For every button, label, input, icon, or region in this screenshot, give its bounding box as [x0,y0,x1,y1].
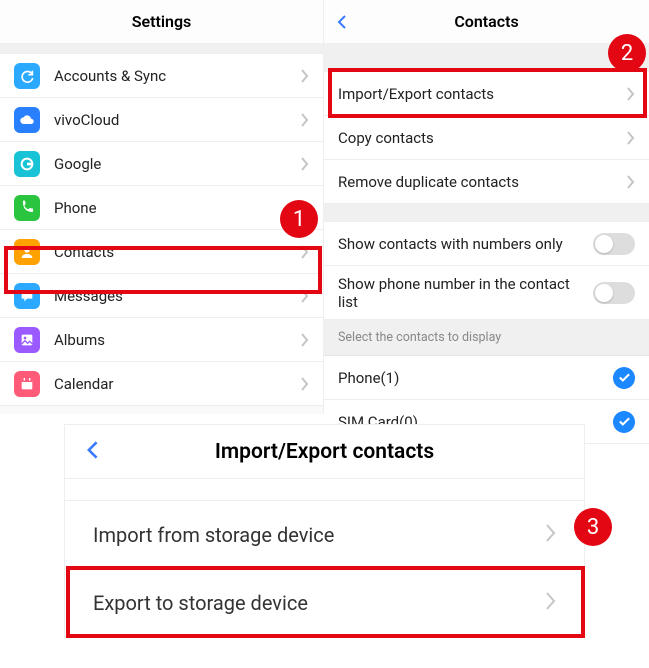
back-button[interactable] [85,441,103,463]
google-icon [14,151,40,177]
chevron-right-icon [627,131,635,145]
chevron-right-icon [301,113,309,127]
divider [65,479,584,501]
divider [324,54,649,72]
toggle-off[interactable] [593,233,635,255]
row-export-storage[interactable]: Export to storage device [65,569,584,637]
contacts-title: Contacts [454,12,518,31]
back-button[interactable] [336,15,350,29]
row-import-export[interactable]: Import/Export contacts [324,72,649,116]
row-show-with-numbers[interactable]: Show contacts with numbers only [324,222,649,266]
row-label: Phone [54,199,301,217]
import-export-title: Import/Export contacts [215,440,434,464]
row-label: Albums [54,331,301,349]
row-label: Phone(1) [338,369,613,387]
settings-title: Settings [132,12,192,31]
chevron-right-icon [301,289,309,303]
row-import-storage[interactable]: Import from storage device [65,501,584,569]
chevron-right-icon [627,175,635,189]
row-calendar[interactable]: Calendar [0,362,323,406]
row-messages[interactable]: Messages [0,274,323,318]
row-contacts[interactable]: Contacts [0,230,323,274]
import-export-pane: Import/Export contacts Import from stora… [0,414,649,638]
contacts-header: Contacts [324,0,649,44]
calendar-icon [14,371,40,397]
cloud-icon [14,107,40,133]
import-export-header: Import/Export contacts [65,425,584,479]
row-accounts-sync[interactable]: Accounts & Sync [0,54,323,98]
row-label: Import from storage device [93,523,546,547]
row-label: vivoCloud [54,111,301,129]
chevron-right-icon [301,69,309,83]
row-label: Export to storage device [93,591,546,615]
divider [324,44,649,54]
row-phone[interactable]: Phone [0,186,323,230]
contacts-icon [14,239,40,265]
chevron-right-icon [301,333,309,347]
messages-icon [14,283,40,309]
phone-icon [14,195,40,221]
chevron-right-icon [546,523,556,547]
row-label: Show contacts with numbers only [338,235,593,253]
chevron-right-icon [301,201,309,215]
chevron-right-icon [301,157,309,171]
row-label: Show phone number in the contact list [338,275,593,311]
albums-icon [14,327,40,353]
row-albums[interactable]: Albums [0,318,323,362]
row-source-phone[interactable]: Phone(1) [324,356,649,400]
row-label: Import/Export contacts [338,85,627,103]
chevron-right-icon [301,377,309,391]
row-label: Messages [54,287,301,305]
row-show-phone-in-list[interactable]: Show phone number in the contact list [324,266,649,320]
divider [0,44,323,54]
settings-pane: Settings Accounts & Sync vivoCloud Googl… [0,0,324,414]
divider [324,204,649,222]
row-label: Remove duplicate contacts [338,173,627,191]
row-google[interactable]: Google [0,142,323,186]
chevron-right-icon [627,87,635,101]
chevron-right-icon [301,245,309,259]
sync-icon [14,63,40,89]
check-icon [613,367,635,389]
row-copy-contacts[interactable]: Copy contacts [324,116,649,160]
row-label: Accounts & Sync [54,67,301,85]
row-label: Calendar [54,375,301,393]
row-label: Copy contacts [338,129,627,147]
section-header: Select the contacts to display [324,320,649,356]
row-vivocloud[interactable]: vivoCloud [0,98,323,142]
contacts-pane: Contacts Import/Export contacts Copy con… [324,0,649,414]
row-label: Google [54,155,301,173]
row-label: Contacts [54,243,301,261]
toggle-off[interactable] [593,282,635,304]
row-remove-duplicates[interactable]: Remove duplicate contacts [324,160,649,204]
settings-header: Settings [0,0,323,44]
chevron-right-icon [546,591,556,615]
